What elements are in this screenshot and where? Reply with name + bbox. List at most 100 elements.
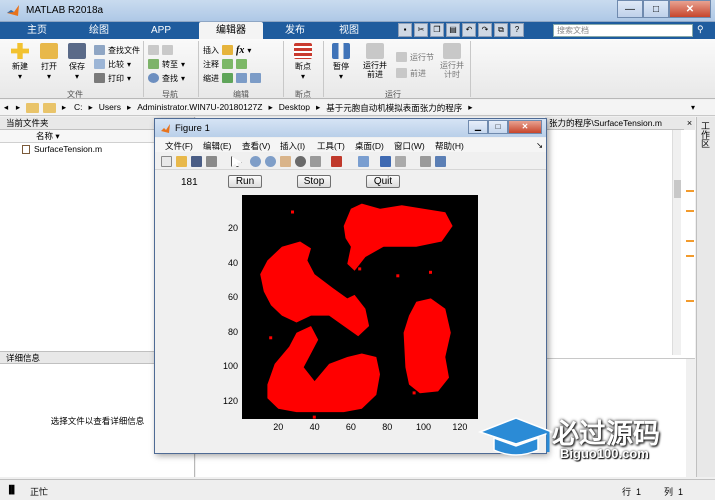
menu-file[interactable]: 文件(F) (165, 140, 193, 152)
breadcrumb-item[interactable]: 基于元胞自动机模拟表面张力的程序 (326, 102, 462, 114)
redo-icon[interactable]: ↷ (478, 23, 492, 37)
plot-axes[interactable] (242, 195, 478, 419)
editor-close-icon[interactable]: × (684, 117, 695, 130)
link-plot-icon[interactable] (358, 156, 369, 167)
breadcrumb-item[interactable]: C: (74, 102, 83, 114)
figure-close-button[interactable]: ✕ (508, 120, 542, 134)
menu-edit[interactable]: 编辑(E) (203, 140, 231, 152)
search-documentation-input[interactable]: 搜索文档 (553, 24, 693, 37)
region-bottom-left (267, 326, 380, 413)
y-tick-label: 40 (227, 257, 238, 268)
run-button[interactable]: Run (228, 175, 262, 188)
editor-scrollbar[interactable] (672, 130, 681, 355)
region-right-lower (403, 298, 451, 394)
forward-arrow-icon[interactable]: ▸ (12, 102, 24, 113)
help-icon[interactable]: ? (510, 23, 524, 37)
tab-publish[interactable]: 发布 (270, 22, 320, 39)
print-button[interactable]: 打印 ▾ (94, 72, 131, 84)
insert-button[interactable]: 插入 fx ▾ (203, 44, 251, 56)
run-and-time-button[interactable]: 运行并 计时 (437, 43, 467, 79)
browse-folder-icon[interactable] (43, 102, 56, 113)
find-files-button[interactable]: 查找文件 (94, 44, 140, 56)
warning-mark[interactable] (686, 300, 694, 302)
indent-button[interactable]: 缩进 (203, 72, 261, 84)
menu-window[interactable]: 窗口(W) (394, 140, 425, 152)
menu-desktop[interactable]: 桌面(D) (355, 140, 384, 152)
search-icon[interactable]: ⚲ (697, 24, 711, 37)
isolated-cell (358, 267, 362, 271)
warning-mark[interactable] (686, 240, 694, 242)
find-files-icon (94, 45, 105, 55)
open-file-icon[interactable] (176, 156, 187, 167)
breadcrumb-item[interactable]: Desktop (279, 102, 310, 114)
rotate-icon[interactable] (295, 156, 306, 167)
m-file-icon (22, 145, 30, 154)
brush-icon[interactable] (331, 156, 342, 167)
breakpoints-group-label: 断点 (295, 90, 311, 99)
edit-plot-icon[interactable] (231, 156, 242, 167)
close-button[interactable]: ✕ (669, 0, 711, 18)
stop-button[interactable]: Stop (297, 175, 331, 188)
open-button[interactable]: 打开 ▾ (36, 43, 62, 81)
maximize-button[interactable]: □ (643, 0, 669, 18)
print-figure-icon[interactable] (206, 156, 217, 167)
scroll-thumb[interactable] (674, 180, 681, 198)
breadcrumb-item[interactable]: Administrator.WIN7U-20180127Z (137, 102, 262, 114)
zoom-in-icon[interactable] (250, 156, 261, 167)
find-button[interactable]: 查找 ▾ (148, 72, 185, 84)
hide-tools-icon[interactable] (420, 156, 431, 167)
save-figure-icon[interactable] (191, 156, 202, 167)
pan-icon[interactable] (280, 156, 291, 167)
compare-button[interactable]: 比较 ▾ (94, 58, 131, 70)
workspace-panel[interactable]: 工作区 (696, 117, 715, 477)
menu-help[interactable]: 帮助(H) (435, 140, 464, 152)
back-arrow-icon[interactable]: ◂ (0, 102, 12, 113)
breadcrumb-item[interactable]: Users (99, 102, 121, 114)
menu-dock-icon[interactable]: ↘ (536, 140, 543, 151)
menu-insert[interactable]: 插入(I) (280, 140, 305, 152)
warning-mark[interactable] (686, 190, 694, 192)
ribbon-tabs: 主页 绘图 APP 编辑器 发布 视图 ▪ ✂ ❐ ▤ ↶ ↷ ⧉ ? 搜索文档… (0, 22, 715, 39)
show-tools-icon[interactable] (435, 156, 446, 167)
quit-button[interactable]: Quit (366, 175, 400, 188)
undo-icon[interactable]: ↶ (462, 23, 476, 37)
pause-button[interactable]: 暂停 ▾ (328, 43, 354, 81)
tab-home[interactable]: 主页 (12, 22, 62, 39)
warning-mark[interactable] (686, 210, 694, 212)
copy-icon[interactable]: ❐ (430, 23, 444, 37)
save-icon[interactable]: ▪ (398, 23, 412, 37)
menu-view[interactable]: 查看(V) (242, 140, 270, 152)
tab-editor[interactable]: 编辑器 (199, 22, 263, 39)
fx-button[interactable]: fx (236, 45, 244, 56)
breakpoints-button[interactable]: 断点 ▾ (289, 43, 317, 81)
path-dropdown-icon[interactable]: ▾ (691, 103, 695, 112)
goto-button[interactable]: 转至 ▾ (148, 58, 185, 70)
colorbar-icon[interactable] (380, 156, 391, 167)
comment-button[interactable]: 注释 (203, 58, 247, 70)
switch-windows-icon[interactable]: ⧉ (494, 23, 508, 37)
tab-view[interactable]: 视图 (324, 22, 374, 39)
data-cursor-icon[interactable] (310, 156, 321, 167)
command-scrollbar[interactable] (686, 359, 695, 477)
tab-plots[interactable]: 绘图 (74, 22, 124, 39)
run-and-advance-button[interactable]: 运行并 前进 (360, 43, 390, 79)
up-folder-icon[interactable] (26, 102, 39, 113)
tab-apps[interactable]: APP (136, 22, 186, 39)
iteration-counter: 181 (181, 177, 198, 188)
run-section-button[interactable]: 运行节 (396, 51, 434, 63)
figure-minimize-button[interactable]: ▁ (468, 120, 488, 134)
menu-tools[interactable]: 工具(T) (317, 140, 345, 152)
cut-icon[interactable]: ✂ (414, 23, 428, 37)
new-button[interactable]: 新建 ▾ (7, 43, 33, 81)
warning-mark[interactable] (686, 255, 694, 257)
minimize-button[interactable]: — (617, 0, 643, 18)
legend-icon[interactable] (395, 156, 406, 167)
save-button[interactable]: 保存 ▾ (64, 43, 90, 81)
figure-maximize-button[interactable]: □ (488, 120, 508, 134)
nav-back-forward[interactable] (148, 44, 173, 56)
new-figure-icon[interactable] (161, 156, 172, 167)
advance-button[interactable]: 前进 (396, 67, 426, 79)
paste-icon[interactable]: ▤ (446, 23, 460, 37)
new-plus-icon (11, 43, 29, 59)
zoom-out-icon[interactable] (265, 156, 276, 167)
